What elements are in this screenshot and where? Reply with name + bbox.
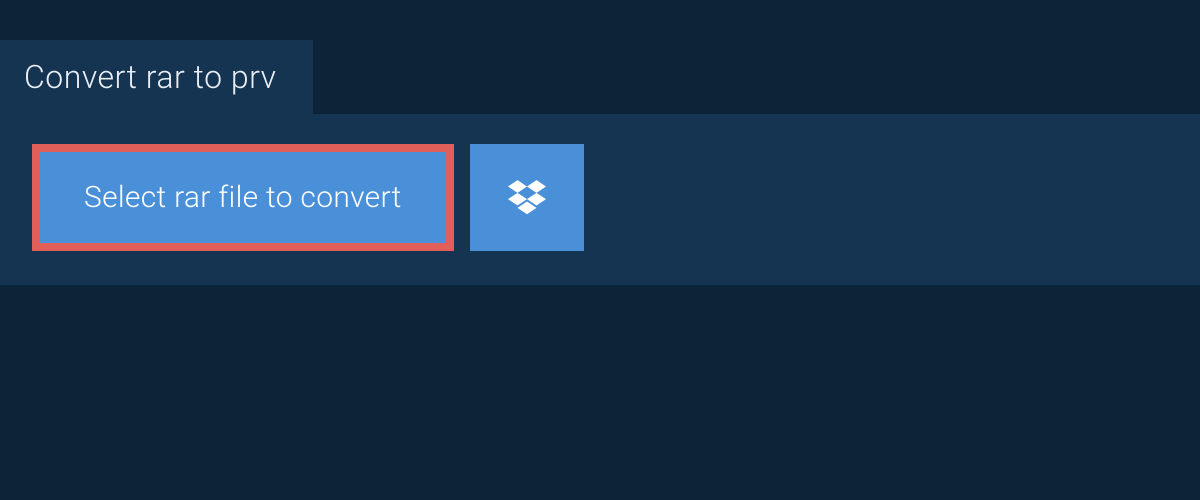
dropbox-icon (508, 177, 546, 219)
converter-panel: Select rar file to convert (0, 114, 1200, 285)
select-file-label: Select rar file to convert (84, 180, 402, 215)
tab-bar: Convert rar to prv (0, 0, 1200, 114)
tab-label: Convert rar to prv (24, 58, 277, 96)
select-file-button[interactable]: Select rar file to convert (32, 144, 454, 251)
tab-convert[interactable]: Convert rar to prv (0, 40, 313, 114)
dropbox-button[interactable] (470, 144, 584, 251)
